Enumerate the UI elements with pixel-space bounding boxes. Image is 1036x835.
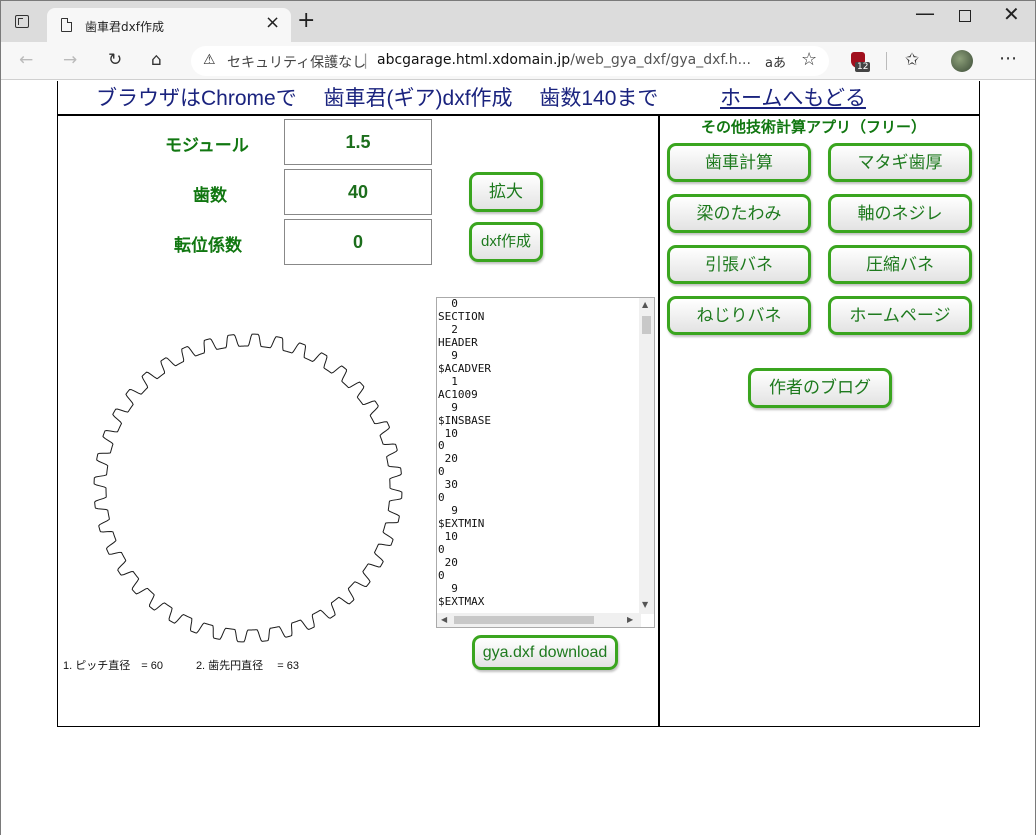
home-link[interactable]: ホームへもどる xyxy=(720,82,866,112)
back-arrow-icon[interactable]: ← xyxy=(19,50,33,70)
home-icon[interactable]: ⌂ xyxy=(151,50,162,70)
shift-coef-input[interactable]: 0 xyxy=(284,219,432,265)
teeth-input[interactable]: 40 xyxy=(284,169,432,215)
app-tension-spring-button[interactable]: 引張バネ xyxy=(667,245,811,284)
app-beam-deflection-button[interactable]: 梁のたわみ xyxy=(667,194,811,233)
gear-svg xyxy=(93,333,403,643)
app-homepage-button[interactable]: ホームページ xyxy=(828,296,972,335)
address-separator: | xyxy=(363,51,369,69)
horizontal-scroll-thumb[interactable] xyxy=(454,616,594,624)
scroll-left-icon[interactable]: ◀ xyxy=(441,615,447,624)
vertical-scrollbar[interactable]: ▲ ▼ xyxy=(639,298,654,614)
tab-close-icon[interactable]: × xyxy=(265,14,280,32)
horizontal-scrollbar[interactable]: ◀ ▶ xyxy=(437,613,641,627)
dxf-create-button[interactable]: dxf作成 xyxy=(469,222,543,262)
url-text[interactable]: abcgarage.html.xdomain.jp/web_gya_dxf/gy… xyxy=(377,52,751,68)
gear-outline xyxy=(93,333,403,643)
url-path: /web_gya_dxf/gya_dxf.h... xyxy=(570,52,751,68)
dxf-textarea[interactable]: 0 SECTION 2 HEADER 9 $ACADVER 1 AC1009 9… xyxy=(436,297,655,628)
tab-title: 歯車君dxf作成 xyxy=(85,20,164,34)
module-label: モジュール xyxy=(165,136,249,155)
read-aloud-icon[interactable]: aあ xyxy=(765,52,786,71)
forward-arrow-icon[interactable]: → xyxy=(63,50,77,70)
tab-active[interactable]: 歯車君dxf作成 × xyxy=(47,8,291,43)
extension-badge: 12 xyxy=(855,62,871,72)
warning-icon[interactable]: ⚠ xyxy=(203,52,216,68)
minimize-icon[interactable]: — xyxy=(915,3,935,23)
scroll-right-icon[interactable]: ▶ xyxy=(627,615,633,624)
browser-window: 歯車君dxf作成 × + — ✕ ← → ↻ ⌂ ⚠ セキュリティ保護なし | … xyxy=(0,0,1036,835)
app-span-thickness-button[interactable]: マタギ歯厚 xyxy=(828,143,972,182)
apps-title: その他技術計算アプリ（フリー） xyxy=(701,119,927,136)
tab-actions-icon[interactable] xyxy=(15,15,29,28)
diameter-info: 1. ピッチ直径 = 60 2. 歯先円直径 = 63 xyxy=(63,660,299,672)
gear-drawing xyxy=(89,329,407,647)
vertical-scroll-thumb[interactable] xyxy=(642,316,651,334)
security-label[interactable]: セキュリティ保護なし xyxy=(227,52,366,72)
close-window-icon[interactable]: ✕ xyxy=(1003,4,1020,24)
module-input[interactable]: 1.5 xyxy=(284,119,432,165)
page-header: ブラウザはChromeで 歯車君(ギア)dxf作成 歯数140まで ホームへもど… xyxy=(57,81,980,116)
scroll-down-icon[interactable]: ▼ xyxy=(642,600,648,609)
profile-avatar[interactable] xyxy=(951,50,973,72)
new-tab-icon[interactable]: + xyxy=(297,10,315,32)
page-content: ブラウザはChromeで 歯車君(ギア)dxf作成 歯数140まで ホームへもど… xyxy=(1,81,1035,835)
app-compression-spring-button[interactable]: 圧縮バネ xyxy=(828,245,972,284)
browser-toolbar: ← → ↻ ⌂ ⚠ セキュリティ保護なし | abcgarage.html.xd… xyxy=(1,42,1035,80)
author-blog-button[interactable]: 作者のブログ xyxy=(748,368,892,408)
more-menu-icon[interactable]: ⋯ xyxy=(999,49,1017,69)
shift-coef-label: 転位係数 xyxy=(174,236,242,255)
app-shaft-torsion-button[interactable]: 軸のネジレ xyxy=(828,194,972,233)
dxf-download-button[interactable]: gya.dxf download xyxy=(472,635,618,670)
dxf-text: 0 SECTION 2 HEADER 9 $ACADVER 1 AC1009 9… xyxy=(438,297,491,608)
teeth-label: 歯数 xyxy=(193,186,227,205)
app-torsion-spring-button[interactable]: ねじりバネ xyxy=(667,296,811,335)
app-gear-calc-button[interactable]: 歯車計算 xyxy=(667,143,811,182)
address-bar[interactable]: ⚠ セキュリティ保護なし | abcgarage.html.xdomain.jp… xyxy=(191,46,829,76)
url-host: abcgarage.html.xdomain.jp xyxy=(377,52,571,68)
page-title: ブラウザはChromeで 歯車君(ギア)dxf作成 歯数140まで xyxy=(96,87,659,110)
tab-strip: 歯車君dxf作成 × + — ✕ xyxy=(1,1,1035,43)
reload-icon[interactable]: ↻ xyxy=(108,50,122,70)
add-favorite-icon[interactable]: ☆ xyxy=(801,49,817,70)
scroll-up-icon[interactable]: ▲ xyxy=(642,300,648,309)
favorites-icon[interactable]: ✩ xyxy=(905,50,919,70)
zoom-button[interactable]: 拡大 xyxy=(469,172,543,212)
toolbar-divider xyxy=(886,52,887,70)
page-icon xyxy=(61,18,72,32)
maximize-icon[interactable] xyxy=(959,10,971,22)
